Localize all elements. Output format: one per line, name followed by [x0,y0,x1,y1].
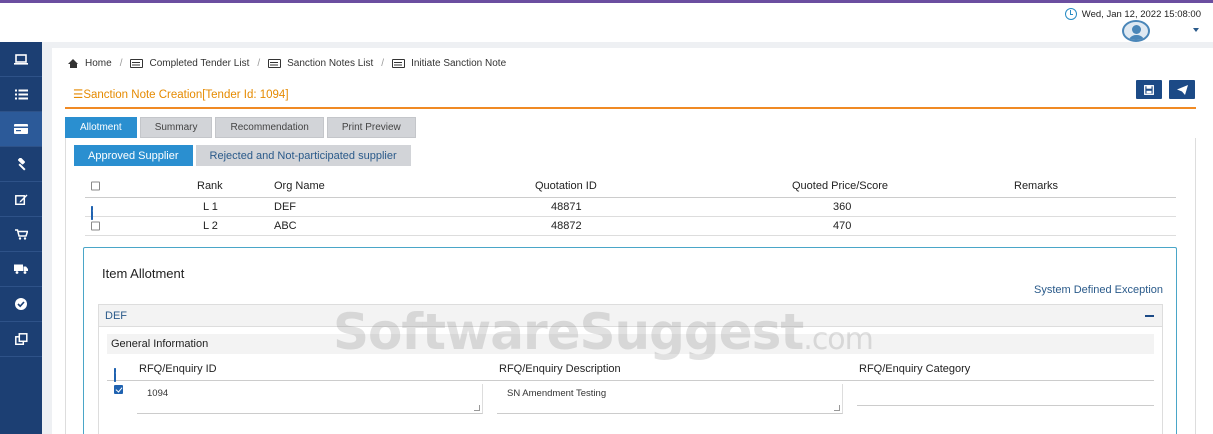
sidebar-item-delivery[interactable] [0,252,42,287]
home-icon [68,59,79,68]
sidebar-item-documents[interactable] [0,322,42,357]
tab-print-preview[interactable]: Print Preview [326,117,416,138]
col-rank: Rank [197,179,223,192]
table-row: L 2 ABC 48872 470 [85,217,1176,236]
paper-plane-icon [1176,84,1188,95]
sidebar-item-list[interactable] [0,77,42,112]
sidebar-item-edit[interactable] [0,182,42,217]
breadcrumb-completed-tenders[interactable]: Completed Tender List [130,58,249,69]
list-card-icon [130,59,144,68]
general-information-section: General Information [107,334,1154,354]
select-all-checkbox[interactable] [91,181,100,190]
row-org: ABC [274,220,297,232]
clock-icon [1064,8,1077,20]
gavel-icon [17,157,26,171]
item-allotment-title: Item Allotment [102,266,185,281]
rfq-select-all-checkbox[interactable] [114,368,116,382]
sidebar-item-auction[interactable] [0,147,42,182]
rfq-description-field[interactable]: SN Amendment Testing [497,384,843,414]
subtab-approved-supplier[interactable]: Approved Supplier [74,145,193,166]
datetime-display: Wed, Jan 12, 2022 15:08:00 [1064,8,1201,20]
row-rank: L 1 [203,201,218,213]
list-card-icon [392,59,406,68]
truck-icon [14,264,28,274]
table-header: Rank Org Name Quotation ID Quoted Price/… [85,174,1176,198]
copy-icon [14,333,28,345]
breadcrumb-initiate: Initiate Sanction Note [392,58,506,69]
rfq-row-checkbox[interactable] [114,385,123,394]
breadcrumb-sanction-notes[interactable]: Sanction Notes List [268,58,373,69]
check-circle-icon [15,298,27,310]
col-quotation-id: Quotation ID [535,179,597,192]
col-org-name: Org Name [274,179,325,192]
breadcrumb: Home / Completed Tender List / Sanction … [68,58,506,69]
card-icon [14,124,28,134]
subtab-rejected-supplier[interactable]: Rejected and Not-participated supplier [195,145,411,166]
main-content: Home / Completed Tender List / Sanction … [52,48,1213,434]
rfq-header-row: RFQ/Enquiry ID RFQ/Enquiry Description R… [107,358,1154,382]
top-bar: Wed, Jan 12, 2022 15:08:00 [0,0,1213,42]
col-rfq-id: RFQ/Enquiry ID [139,363,217,375]
sidebar-item-dashboard[interactable] [0,42,42,77]
page-header: ☰Sanction Note Creation[Tender Id: 1094] [65,80,1196,109]
tab-allotment[interactable]: Allotment [65,117,137,138]
breadcrumb-completed-label[interactable]: Completed Tender List [149,58,249,69]
row-rank: L 2 [203,220,218,232]
tab-summary[interactable]: Summary [139,117,213,138]
table-row: L 1 DEF 48871 360 [85,198,1176,220]
breadcrumb-home[interactable]: Home [68,58,112,69]
list-card-icon [268,59,282,68]
system-defined-exception-link[interactable]: System Defined Exception [1034,284,1163,296]
col-quoted-price: Quoted Price/Score [792,179,888,192]
list-icon [14,89,28,99]
main-tabs: Allotment Summary Recommendation Print P… [65,117,416,138]
row-org: DEF [274,201,296,213]
sidebar-item-cards[interactable] [0,112,42,147]
collapse-icon[interactable] [1145,315,1154,317]
row-quotation: 48871 [551,201,582,213]
accordion-supplier-label: DEF [105,310,127,322]
datetime-text: Wed, Jan 12, 2022 15:08:00 [1081,8,1201,20]
edit-icon [14,194,27,205]
col-rfq-category: RFQ/Enquiry Category [859,363,971,375]
tab-recommendation[interactable]: Recommendation [215,117,324,138]
accordion-header[interactable]: DEF [99,305,1162,327]
page-title: ☰Sanction Note Creation[Tender Id: 1094] [73,89,289,101]
general-information-label: General Information [111,338,209,350]
rfq-category-field[interactable] [857,384,1154,406]
row-price: 360 [833,201,852,213]
laptop-icon [14,53,28,65]
breadcrumb-sanction-label[interactable]: Sanction Notes List [287,58,373,69]
save-icon [1144,84,1154,95]
sidebar-item-cart[interactable] [0,217,42,252]
rfq-row: 1094 SN Amendment Testing [107,381,1154,416]
sidebar [0,42,42,434]
supplier-accordion: DEF General Information RFQ/Enquiry ID R… [98,304,1163,434]
cart-icon [14,228,28,240]
row-price: 470 [833,220,852,232]
save-button[interactable] [1136,80,1162,99]
breadcrumb-initiate-label: Initiate Sanction Note [411,58,507,69]
user-avatar[interactable] [1122,20,1150,42]
row-quotation: 48872 [551,220,582,232]
chevron-down-icon[interactable] [1193,28,1199,32]
list-icon: ☰ [73,89,84,101]
supplier-subtabs: Approved Supplier Rejected and Not-parti… [74,145,411,166]
col-rfq-description: RFQ/Enquiry Description [499,363,621,375]
supplier-table: Rank Org Name Quotation ID Quoted Price/… [85,174,1176,236]
row-checkbox[interactable] [91,221,100,231]
send-button[interactable] [1169,80,1195,99]
rfq-id-field[interactable]: 1094 [137,384,483,414]
col-remarks: Remarks [1014,179,1059,192]
sidebar-item-approvals[interactable] [0,287,42,322]
item-allotment-panel: Item Allotment System Defined Exception … [83,247,1177,434]
breadcrumb-home-label[interactable]: Home [85,58,112,69]
